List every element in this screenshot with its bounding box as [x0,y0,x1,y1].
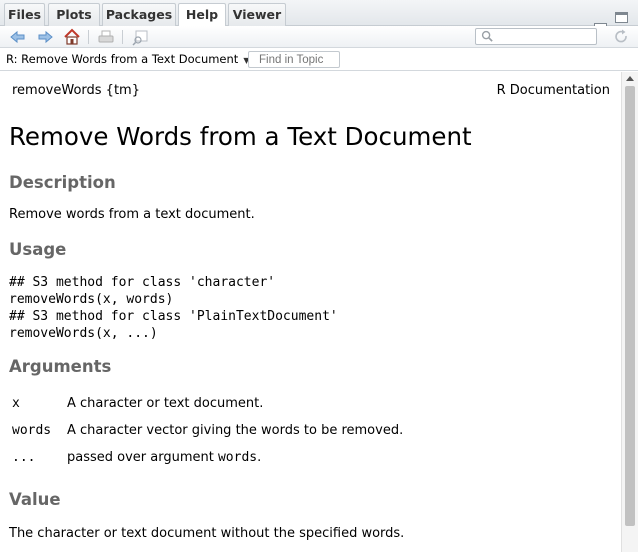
search-icon [481,30,493,42]
value-text: The character or text document without t… [9,526,405,541]
tab-viewer[interactable]: Viewer [228,3,286,26]
arguments-heading: Arguments [9,357,112,376]
help-toolbar [0,26,638,48]
argument-description: A character or text document. [67,396,264,411]
topic-selector-dropdown[interactable]: R: Remove Words from a Text Document ▼ [6,52,249,66]
scroll-up-arrow-icon[interactable] [626,76,634,81]
value-heading: Value [9,490,61,509]
doc-header-topic: removeWords {tm} [12,83,140,98]
usage-code-line: ## S3 method for class 'PlainTextDocumen… [9,309,338,324]
open-in-window-icon[interactable] [131,28,149,46]
help-content[interactable]: removeWords {tm} R Documentation Remove … [0,72,621,552]
argument-description: passed over argument words. [67,450,261,465]
tab-packages[interactable]: Packages [102,3,176,26]
argument-name: x [12,396,20,411]
usage-code-block: ## S3 method for class 'character' remove… [9,274,338,342]
back-arrow-icon[interactable] [9,28,27,46]
usage-code-line: removeWords(x, words) [9,292,174,307]
home-icon[interactable] [63,28,81,46]
usage-heading: Usage [9,240,67,259]
toolbar-separator [122,30,123,44]
description-text: Remove words from a text document. [9,207,255,222]
argument-description: A character vector giving the words to b… [67,423,404,438]
help-search-input[interactable] [475,28,597,45]
window-controls [593,8,628,27]
toolbar-separator [88,30,89,44]
tab-files[interactable]: Files [4,3,45,26]
doc-title: Remove Words from a Text Document [9,122,472,151]
forward-arrow-icon[interactable] [36,28,54,46]
tab-plots[interactable]: Plots [48,3,100,26]
find-in-topic-input[interactable] [248,51,340,68]
argument-description-text: passed over argument [67,450,218,465]
usage-code-line: removeWords(x, ...) [9,326,158,341]
doc-header-source: R Documentation [496,83,610,98]
refresh-icon[interactable] [612,28,630,46]
argument-name: words [12,423,52,438]
argument-inline-code: words [217,450,258,465]
tab-help[interactable]: Help [178,3,226,27]
scrollbar-thumb[interactable] [625,86,635,526]
vertical-scrollbar[interactable] [621,72,638,552]
description-heading: Description [9,173,116,192]
topic-selector-label: R: Remove Words from a Text Document [6,52,239,66]
topic-bar: R: Remove Words from a Text Document ▼ [0,48,638,71]
print-icon[interactable] [97,28,115,46]
argument-description-text: . [257,450,262,465]
maximize-icon[interactable] [615,12,628,23]
usage-code-line: ## S3 method for class 'character' [9,275,276,290]
argument-name: ... [12,450,36,465]
pane-tab-bar: Files Plots Packages Help Viewer [0,0,638,27]
